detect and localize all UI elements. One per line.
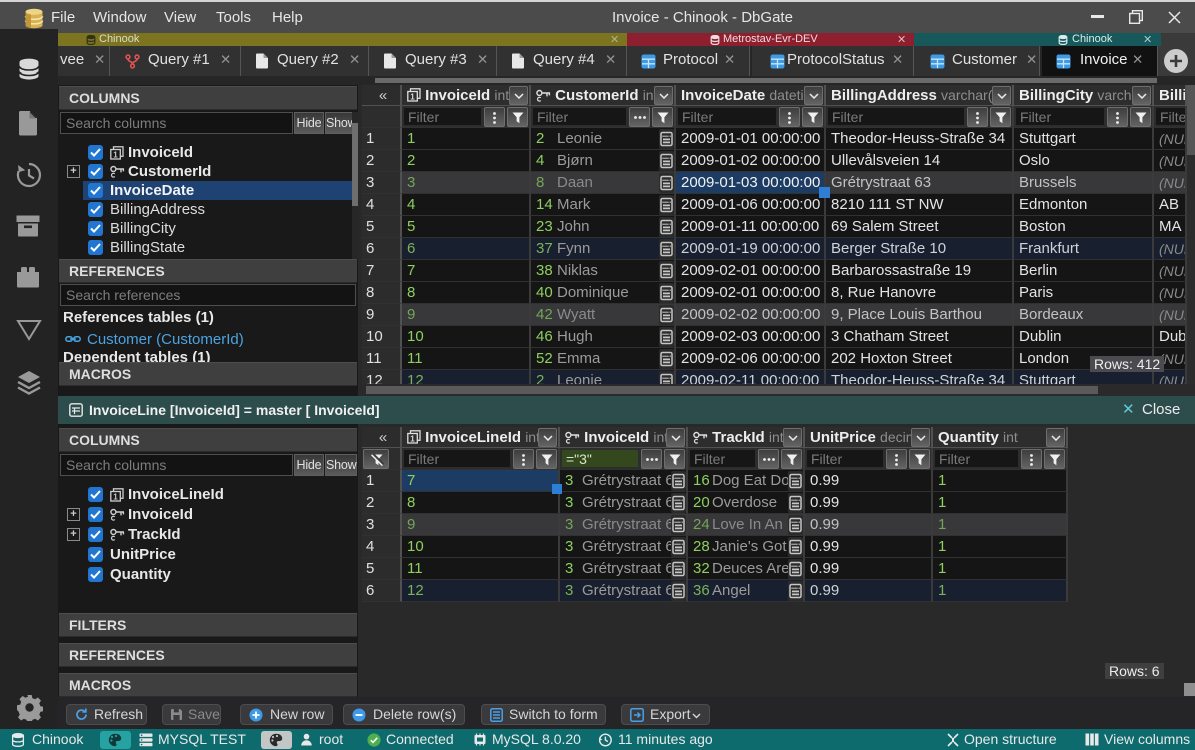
svg-text:1: 1 [113,151,118,160]
svg-text:1: 1 [410,434,415,443]
svg-text:1: 1 [410,92,415,101]
svg-text:1: 1 [113,493,118,502]
